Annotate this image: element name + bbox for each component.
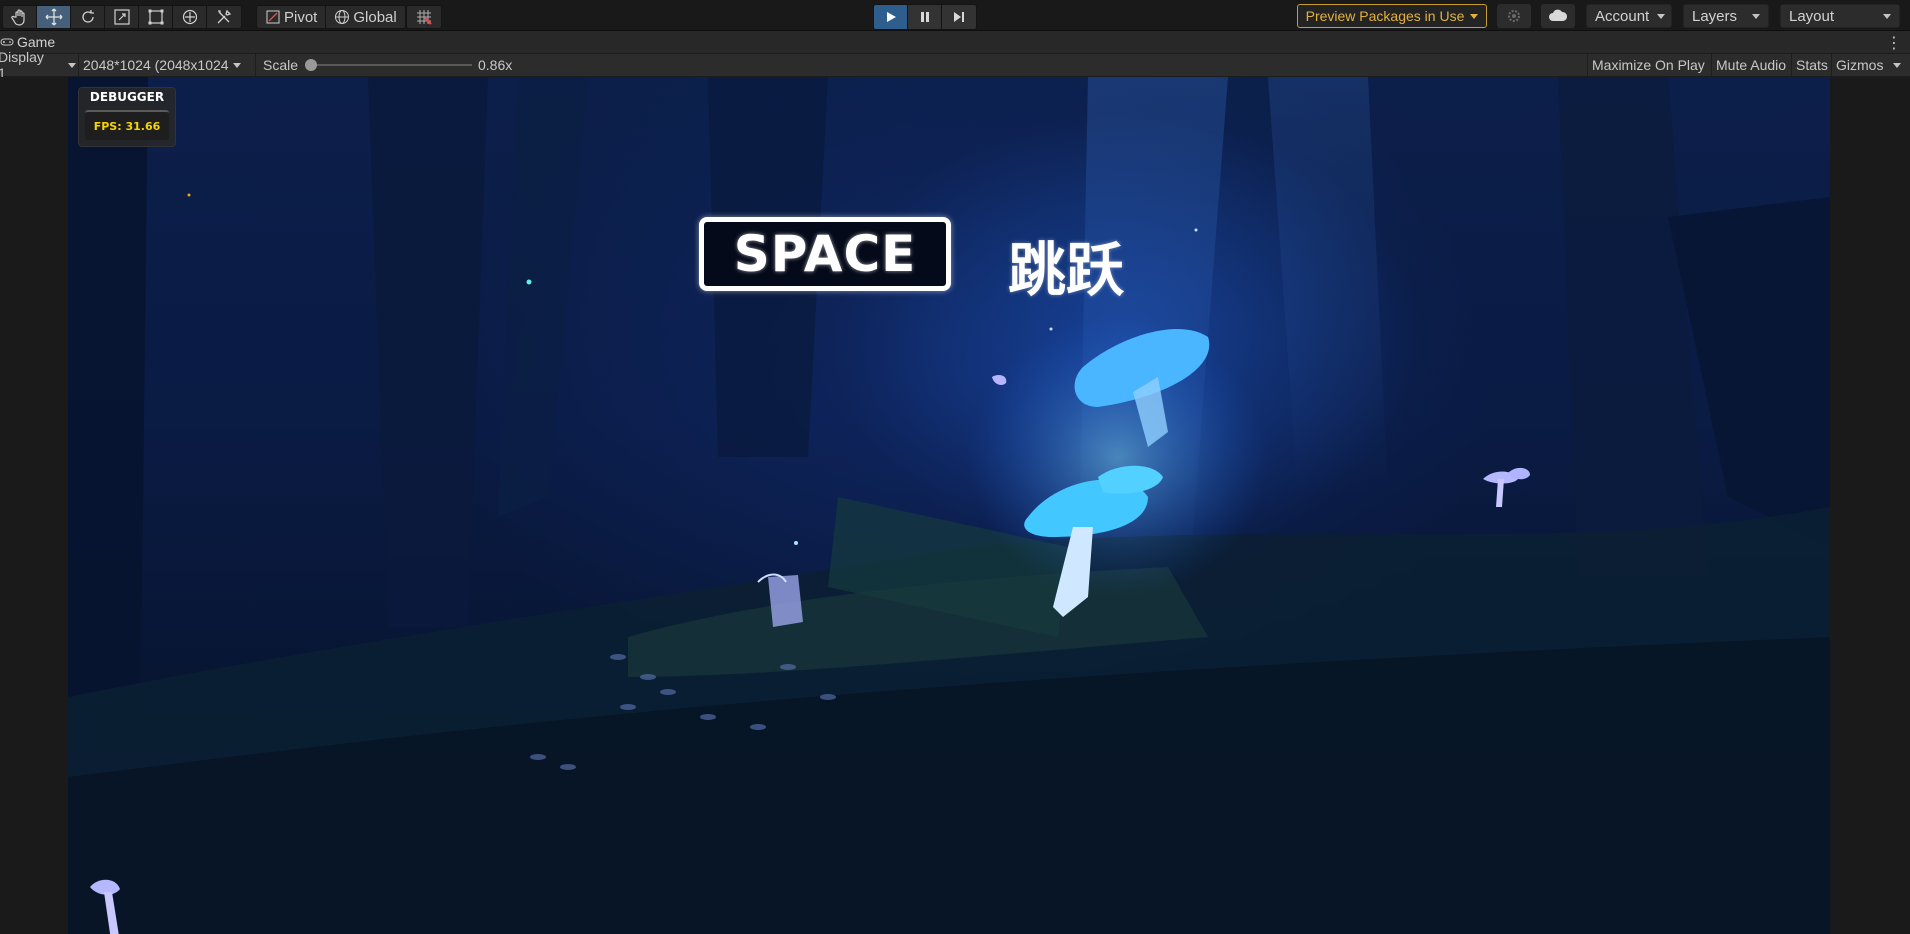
account-label: Account [1595,7,1650,25]
chevron-down-icon [232,62,241,68]
gear-icon [1508,10,1520,22]
space-key-prompt: SPACE [699,217,951,291]
fps-box: FPS: 31.66 [85,110,169,140]
mute-label: Mute Audio [1716,57,1787,73]
stats-label: Stats [1796,57,1828,73]
global-label: Global [353,8,397,26]
services-button[interactable] [1497,4,1531,28]
display-dropdown[interactable]: Display 1 [0,49,76,81]
more-options-icon[interactable]: ⋮ [1886,33,1902,53]
grid-snap-button[interactable] [407,6,441,28]
snap-group [406,5,442,29]
gizmos-dropdown[interactable]: Gizmos [1831,54,1910,76]
chevron-down-icon [1752,13,1760,19]
layers-label: Layers [1692,7,1738,25]
space-key-label: SPACE [733,225,917,283]
rotate-icon [81,10,94,23]
maximize-on-play-toggle[interactable]: Maximize On Play [1587,54,1711,76]
pivot-button[interactable]: Pivot [257,6,327,28]
play-icon [886,12,896,22]
grid-snap-icon [417,10,432,25]
stats-toggle[interactable]: Stats [1791,54,1831,76]
resolution-label: 2048*1024 (2048x1024 [83,57,229,73]
chevron-down-icon [1883,13,1891,19]
pause-icon [920,12,929,22]
globe-icon [335,10,350,24]
transform-icon [182,9,197,25]
rect-icon [148,9,163,25]
account-dropdown[interactable]: Account [1586,4,1672,28]
forest-scene-image [68,77,1830,934]
scale-slider-track[interactable] [310,64,472,66]
step-icon [954,12,964,22]
scale-label: Scale [263,57,299,73]
playback-controls [873,4,977,30]
preview-packages-button[interactable]: Preview Packages in Use [1297,4,1487,28]
move-icon [45,8,62,26]
layers-dropdown[interactable]: Layers [1683,4,1769,28]
layout-dropdown[interactable]: Layout [1780,4,1900,28]
global-button[interactable]: Global [326,6,404,28]
rect-tool-button[interactable] [139,6,173,28]
debugger-panel: DEBUGGER FPS: 31.66 [78,87,176,147]
scale-icon [113,9,130,25]
chevron-down-icon [1657,13,1666,19]
pivot-icon [266,10,280,24]
hand-tool-button[interactable] [3,6,37,28]
game-view-render[interactable]: DEBUGGER FPS: 31.66 SPACE 跳跃 [68,77,1830,934]
scale-slider-thumb[interactable] [305,59,317,71]
tools-icon [217,9,232,24]
maximize-label: Maximize On Play [1592,57,1705,73]
pivot-label: Pivot [284,8,318,26]
chevron-down-icon [1470,13,1479,19]
game-tab-bar: Game ⋮ [0,31,1910,54]
step-button[interactable] [942,5,976,29]
cloud-button[interactable] [1541,4,1575,28]
main-toolbar: Pivot Global Preview Packages in Use Acc [0,0,1910,31]
game-view-toolbar: Display 1 2048*1024 (2048x1024 Scale 0.8… [0,49,1910,81]
gamepad-icon [0,38,14,46]
pivot-group: Pivot Global [256,5,406,29]
resolution-dropdown[interactable]: 2048*1024 (2048x1024 [83,54,253,76]
pause-button[interactable] [908,5,942,29]
chevron-down-icon [1893,62,1902,68]
scale-value: 0.86x [478,57,513,73]
tool-group [2,5,242,29]
play-button[interactable] [874,5,908,29]
move-tool-button[interactable] [37,6,71,28]
mute-audio-toggle[interactable]: Mute Audio [1711,54,1791,76]
gizmos-label: Gizmos [1836,57,1884,73]
layout-label: Layout [1789,7,1835,25]
scale-tool-button[interactable] [105,6,139,28]
debugger-title: DEBUGGER [89,90,165,104]
custom-tool-button[interactable] [207,6,241,28]
preview-packages-label: Preview Packages in Use [1305,8,1465,24]
tab-label: Game [17,34,56,50]
jump-action-label: 跳跃 [1008,236,1125,304]
cloud-icon [1549,9,1568,21]
transform-tool-button[interactable] [173,6,207,28]
chevron-down-icon [68,62,76,68]
rotate-tool-button[interactable] [71,6,105,28]
hand-icon [10,9,25,26]
fps-readout: FPS: 31.66 [93,119,161,133]
